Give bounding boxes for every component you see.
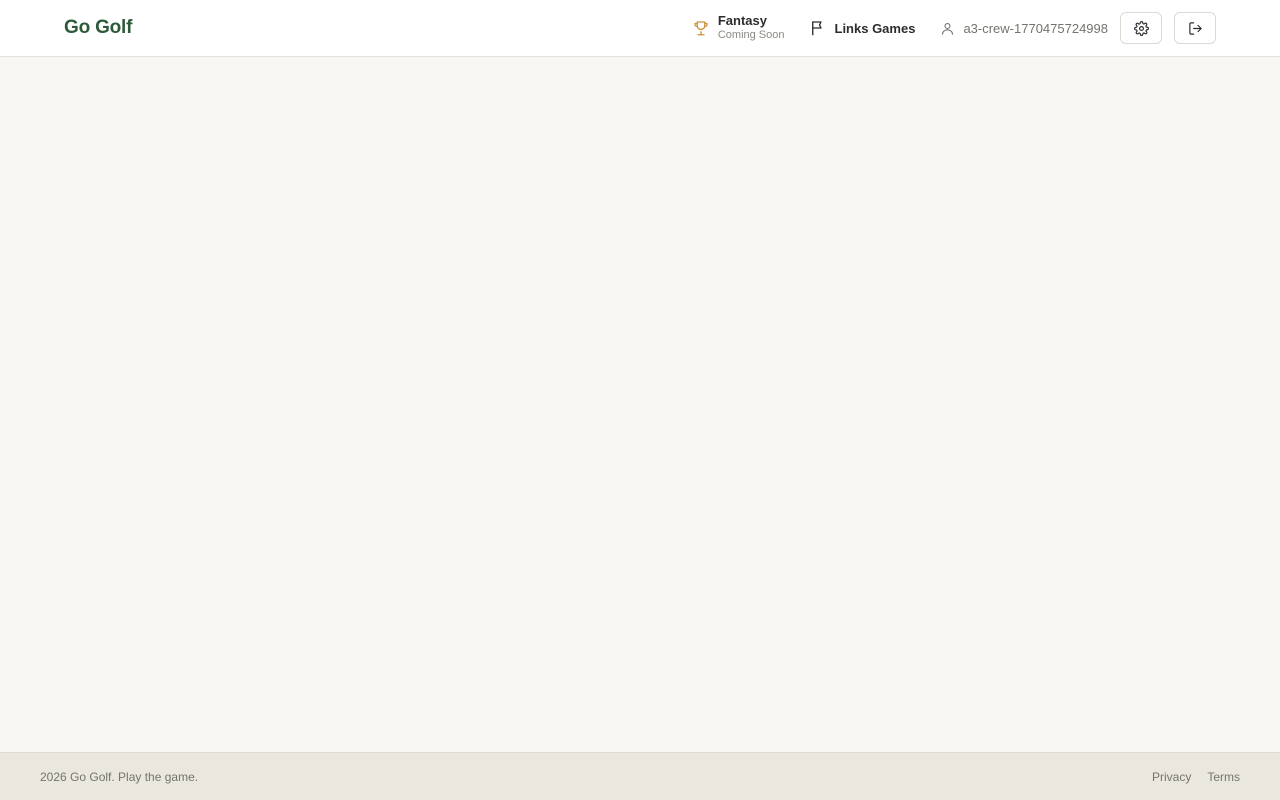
footer-links: Privacy Terms [1152, 770, 1240, 784]
brand-logo-link[interactable]: Go Golf [64, 17, 132, 39]
gear-icon [1133, 20, 1149, 36]
user-icon [939, 20, 955, 36]
main-nav: Fantasy Coming Soon Links Games a3-crew-… [692, 12, 1216, 44]
main-content [0, 57, 1280, 752]
fantasy-text: Fantasy Coming Soon [717, 13, 785, 42]
username-label: a3-crew-1770475724998 [963, 20, 1108, 36]
footer-link-terms[interactable]: Terms [1207, 770, 1240, 784]
trophy-icon [692, 19, 710, 37]
footer-link-privacy[interactable]: Privacy [1152, 770, 1191, 784]
top-header: Go Golf Fantasy Coming Soon Links Games … [0, 0, 1280, 57]
fantasy-label: Fantasy [717, 13, 767, 29]
logout-icon [1188, 21, 1203, 36]
settings-button[interactable] [1120, 12, 1162, 44]
nav-item-links-games[interactable]: Links Games [809, 19, 916, 37]
logout-button[interactable] [1174, 12, 1216, 44]
nav-item-fantasy: Fantasy Coming Soon [692, 13, 785, 42]
user-info: a3-crew-1770475724998 [939, 20, 1108, 36]
links-games-label: Links Games [834, 20, 916, 36]
footer-copyright: 2026 Go Golf. Play the game. [40, 769, 199, 784]
page: Go Golf Fantasy Coming Soon Links Games … [0, 0, 1280, 800]
footer: 2026 Go Golf. Play the game. Privacy Ter… [0, 752, 1280, 800]
flag-icon [809, 19, 827, 37]
coming-soon-label: Coming Soon [717, 29, 785, 42]
